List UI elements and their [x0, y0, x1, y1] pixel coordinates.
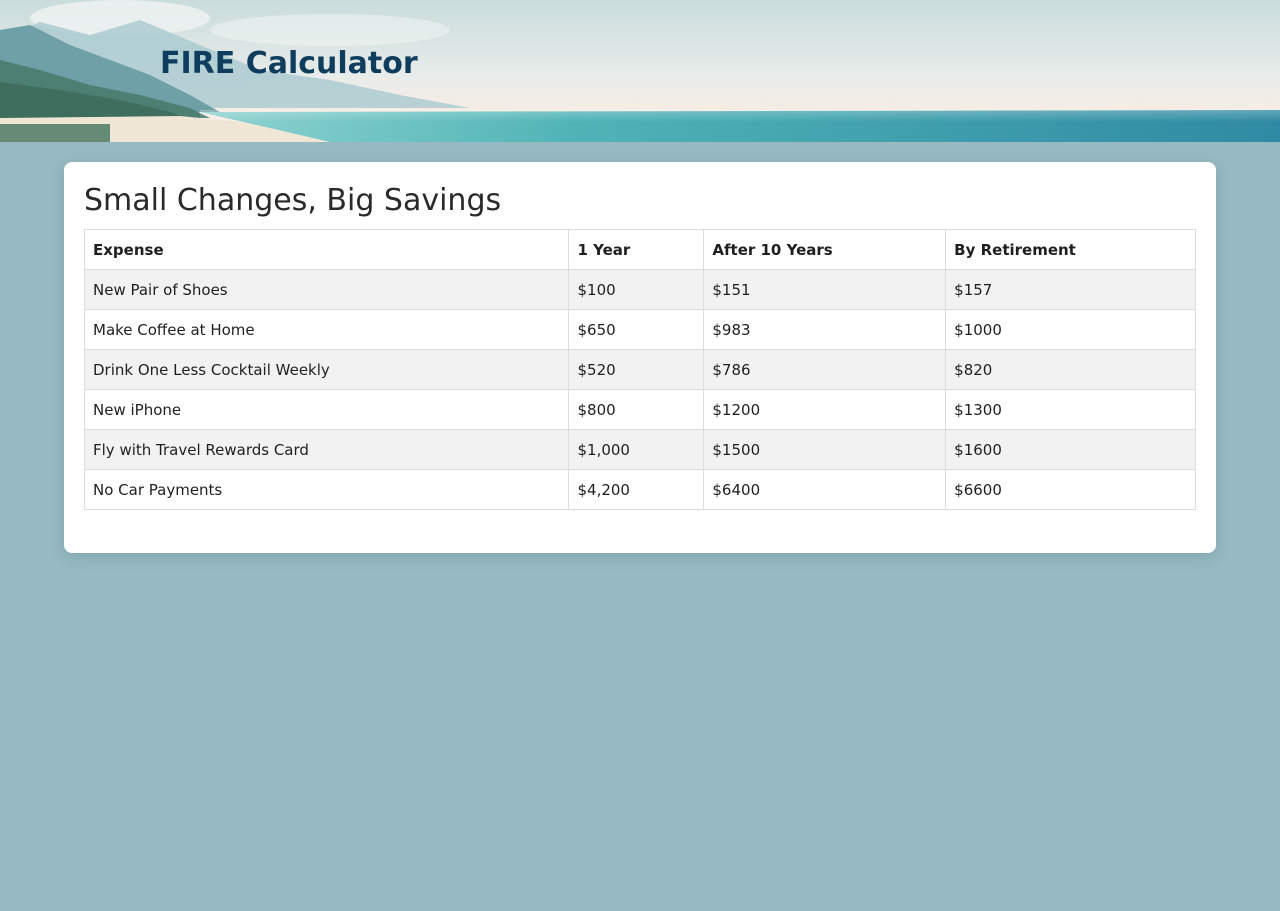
expense-cell: Make Coffee at Home	[83, 309, 570, 350]
column-header-after-10-years: After 10 Years	[703, 229, 947, 270]
expense-cell: New iPhone	[83, 389, 570, 430]
one-year-cell: $650	[568, 309, 705, 350]
retirement-cell: $820	[945, 349, 1196, 390]
expense-cell: No Car Payments	[83, 469, 570, 510]
table-header: Expense 1 Year After 10 Years By Retirem…	[83, 229, 1196, 270]
app-title: FIRE Calculator	[160, 46, 418, 81]
table-row: Fly with Travel Rewards Card $1,000 $150…	[83, 429, 1196, 470]
savings-card: Small Changes, Big Savings Expense 1 Yea…	[64, 162, 1216, 553]
header-banner: FIRE Calculator	[0, 0, 1280, 142]
ten-years-cell: $983	[703, 309, 947, 350]
ten-years-cell: $786	[703, 349, 947, 390]
one-year-cell: $100	[568, 269, 705, 310]
table-row: New iPhone $800 $1200 $1300	[83, 389, 1196, 430]
retirement-cell: $157	[945, 269, 1196, 310]
ten-years-cell: $1500	[703, 429, 947, 470]
expense-cell: Fly with Travel Rewards Card	[83, 429, 570, 470]
table-body: New Pair of Shoes $100 $151 $157 Make Co…	[83, 269, 1196, 510]
column-header-by-retirement: By Retirement	[945, 229, 1196, 270]
one-year-cell: $1,000	[568, 429, 705, 470]
table-row: Make Coffee at Home $650 $983 $1000	[83, 309, 1196, 350]
retirement-cell: $1300	[945, 389, 1196, 430]
ten-years-cell: $6400	[703, 469, 947, 510]
one-year-cell: $800	[568, 389, 705, 430]
table-row: Drink One Less Cocktail Weekly $520 $786…	[83, 349, 1196, 390]
one-year-cell: $520	[568, 349, 705, 390]
header-row: Expense 1 Year After 10 Years By Retirem…	[83, 229, 1196, 270]
table-row: New Pair of Shoes $100 $151 $157	[83, 269, 1196, 310]
card-title: Small Changes, Big Savings	[84, 183, 502, 218]
retirement-cell: $1600	[945, 429, 1196, 470]
expense-cell: New Pair of Shoes	[83, 269, 570, 310]
table-row: No Car Payments $4,200 $6400 $6600	[83, 469, 1196, 510]
retirement-cell: $6600	[945, 469, 1196, 510]
column-header-1-year: 1 Year	[568, 229, 705, 270]
savings-table: Expense 1 Year After 10 Years By Retirem…	[83, 229, 1196, 510]
ten-years-cell: $1200	[703, 389, 947, 430]
expense-cell: Drink One Less Cocktail Weekly	[83, 349, 570, 390]
column-header-expense: Expense	[83, 229, 570, 270]
retirement-cell: $1000	[945, 309, 1196, 350]
ten-years-cell: $151	[703, 269, 947, 310]
one-year-cell: $4,200	[568, 469, 705, 510]
